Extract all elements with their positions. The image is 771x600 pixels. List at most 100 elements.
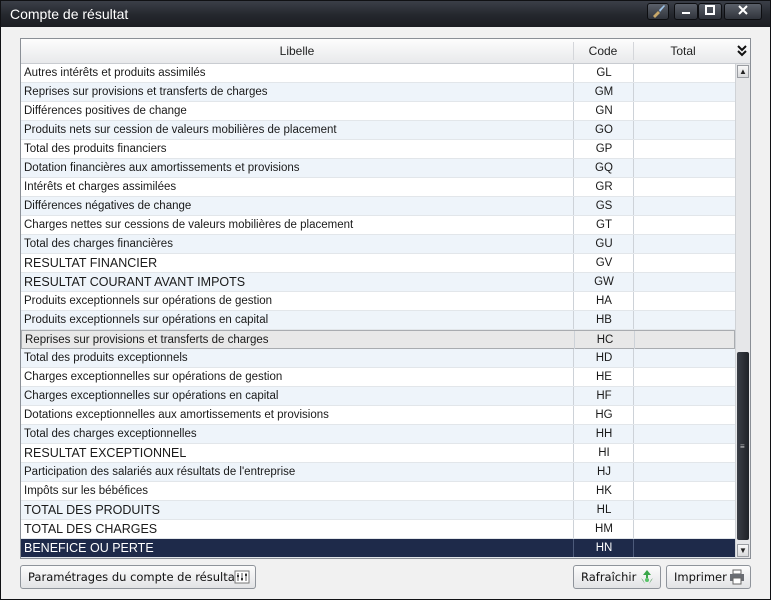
row-label: Produits exceptionnels sur opérations de… [24, 295, 273, 307]
table-row[interactable]: Total des produits financiers GP [21, 140, 735, 159]
table-row[interactable]: RESULTAT FINANCIER GV [21, 254, 735, 273]
row-code: GP [573, 140, 634, 158]
row-label: Reprises sur provisions et transferts de… [25, 334, 269, 346]
row-total[interactable] [633, 254, 734, 272]
table-row[interactable]: Produits exceptionnels sur opérations de… [21, 292, 735, 311]
expand-columns-icon[interactable] [733, 39, 750, 63]
row-label: RESULTAT COURANT AVANT IMPOTS [24, 275, 246, 289]
scroll-down-icon[interactable]: ▼ [737, 544, 749, 557]
table-row[interactable]: Total des charges exceptionnelles HH [21, 425, 735, 444]
row-total[interactable] [633, 406, 734, 424]
row-total[interactable] [633, 121, 734, 139]
row-label: BENEFICE OU PERTE [24, 541, 154, 555]
table-row[interactable]: Autres intérêts et produits assimilés GL [21, 64, 735, 83]
sliders-icon [234, 569, 250, 585]
row-total[interactable] [633, 178, 734, 196]
table-row[interactable]: Intérêts et charges assimilées GR [21, 178, 735, 197]
row-total[interactable] [634, 331, 735, 349]
row-code: HE [573, 368, 634, 386]
row-code: HC [574, 331, 635, 349]
row-code: HK [573, 482, 634, 500]
recycle-icon [639, 569, 655, 585]
table-row[interactable]: Total des charges financières GU [21, 235, 735, 254]
row-label: Total des charges exceptionnelles [24, 428, 197, 440]
row-total[interactable] [633, 311, 734, 329]
settings-button[interactable]: Paramétrages du compte de résultat [20, 565, 256, 589]
row-code: HN [573, 539, 634, 557]
table-row[interactable]: Différences positives de change GN [21, 102, 735, 121]
print-button[interactable]: Imprimer [666, 565, 751, 589]
row-total[interactable] [633, 102, 734, 120]
table-row[interactable]: Dotation financières aux amortissements … [21, 159, 735, 178]
row-total[interactable] [633, 292, 734, 310]
table-row[interactable]: Total des produits exceptionnels HD [21, 349, 735, 368]
row-label: Participation des salariés aux résultats… [24, 466, 296, 478]
results-grid: Libelle Code Total Autres intérêts et pr… [20, 38, 751, 559]
row-total[interactable] [633, 501, 734, 519]
row-total[interactable] [633, 539, 734, 557]
column-header-code[interactable]: Code [573, 39, 633, 63]
table-row[interactable]: TOTAL DES CHARGES HM [21, 520, 735, 539]
refresh-button[interactable]: Rafraîchir [573, 565, 661, 589]
column-header-libelle[interactable]: Libelle [21, 39, 573, 63]
row-code: GR [573, 178, 634, 196]
row-total[interactable] [633, 159, 734, 177]
row-total[interactable] [633, 463, 734, 481]
table-row[interactable]: Charges exceptionnelles sur opérations e… [21, 387, 735, 406]
column-header-total[interactable]: Total [633, 39, 733, 63]
row-total[interactable] [633, 425, 734, 443]
table-row[interactable]: Impôts sur les bébéfices HK [21, 482, 735, 501]
brush-icon[interactable] [647, 3, 669, 20]
row-total[interactable] [633, 235, 734, 253]
maximize-icon[interactable] [698, 3, 722, 20]
row-code: HM [573, 520, 634, 538]
close-icon[interactable] [724, 3, 762, 20]
row-label: Intérêts et charges assimilées [24, 181, 177, 193]
row-code: HB [573, 311, 634, 329]
table-row[interactable]: Produits exceptionnels sur opérations en… [21, 311, 735, 330]
row-code: GN [573, 102, 634, 120]
table-row[interactable]: RESULTAT COURANT AVANT IMPOTS GW [21, 273, 735, 292]
table-row[interactable]: RESULTAT EXCEPTIONNEL HI [21, 444, 735, 463]
table-row[interactable]: Reprises sur provisions et transferts de… [21, 330, 735, 349]
row-total[interactable] [633, 482, 734, 500]
row-code: GQ [573, 159, 634, 177]
row-code: HG [573, 406, 634, 424]
row-code: GU [573, 235, 634, 253]
row-total[interactable] [633, 216, 734, 234]
row-total[interactable] [633, 387, 734, 405]
row-total[interactable] [633, 83, 734, 101]
table-row[interactable]: Reprises sur provisions et transferts de… [21, 83, 735, 102]
table-row[interactable]: Charges nettes sur cessions de valeurs m… [21, 216, 735, 235]
row-code: GV [573, 254, 634, 272]
row-label: TOTAL DES CHARGES [24, 522, 158, 536]
table-row[interactable]: TOTAL DES PRODUITS HL [21, 501, 735, 520]
row-label: Dotation financières aux amortissements … [24, 162, 300, 174]
title-bar[interactable]: Compte de résultat [1, 1, 770, 27]
table-row[interactable]: BENEFICE OU PERTE HN [21, 539, 735, 558]
table-row[interactable]: Produits nets sur cession de valeurs mob… [21, 121, 735, 140]
row-total[interactable] [633, 368, 734, 386]
row-total[interactable] [633, 140, 734, 158]
table-row[interactable]: Participation des salariés aux résultats… [21, 463, 735, 482]
row-total[interactable] [633, 197, 734, 215]
row-total[interactable] [633, 349, 734, 367]
scroll-up-icon[interactable]: ▲ [737, 65, 749, 78]
row-total[interactable] [633, 64, 734, 82]
row-label: Autres intérêts et produits assimilés [24, 67, 206, 79]
vertical-scrollbar[interactable]: ▲ ≡ ▼ [735, 64, 750, 558]
scroll-thumb[interactable]: ≡ [737, 352, 749, 540]
minimize-icon[interactable] [674, 3, 698, 20]
table-row[interactable]: Différences négatives de change GS [21, 197, 735, 216]
table-row[interactable]: Dotations exceptionnelles aux amortissem… [21, 406, 735, 425]
row-label: Total des produits financiers [24, 143, 167, 155]
table-row[interactable]: Charges exceptionnelles sur opérations d… [21, 368, 735, 387]
row-total[interactable] [633, 520, 734, 538]
refresh-button-label: Rafraîchir [581, 570, 637, 584]
row-label: TOTAL DES PRODUITS [24, 503, 160, 517]
client-area: Libelle Code Total Autres intérêts et pr… [1, 27, 770, 599]
row-total[interactable] [633, 444, 734, 462]
print-button-label: Imprimer [674, 570, 727, 584]
row-label: Différences positives de change [24, 105, 187, 117]
row-total[interactable] [633, 273, 734, 291]
